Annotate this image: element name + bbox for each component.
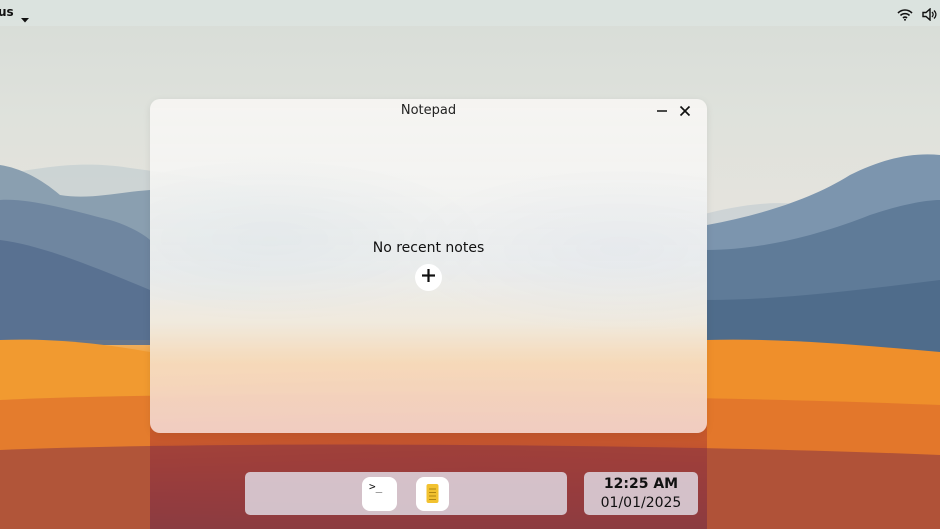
- minimize-icon[interactable]: [653, 103, 671, 119]
- terminal-app-button[interactable]: >_: [362, 477, 397, 511]
- notepad-icon: [416, 484, 449, 515]
- add-note-button[interactable]: [415, 264, 442, 291]
- top-bar: us: [0, 0, 940, 26]
- notepad-app-button[interactable]: [416, 477, 449, 511]
- empty-state-message: No recent notes: [372, 240, 485, 256]
- terminal-icon: >_: [369, 480, 383, 493]
- clock-time: 12:25 AM: [603, 476, 679, 492]
- notepad-window: Notepad No recent notes: [150, 99, 707, 433]
- clock-date: 01/01/2025: [600, 495, 682, 511]
- taskbar-dock: >_: [245, 472, 567, 515]
- wifi-icon[interactable]: [897, 6, 913, 25]
- volume-icon[interactable]: [922, 6, 938, 25]
- plus-icon: [421, 268, 436, 287]
- keyboard-layout-label[interactable]: us: [0, 5, 14, 19]
- clock-widget[interactable]: 12:25 AM 01/01/2025: [584, 472, 698, 515]
- window-title: Notepad: [400, 103, 457, 118]
- caret-down-icon[interactable]: [20, 9, 30, 28]
- close-icon[interactable]: [676, 103, 694, 119]
